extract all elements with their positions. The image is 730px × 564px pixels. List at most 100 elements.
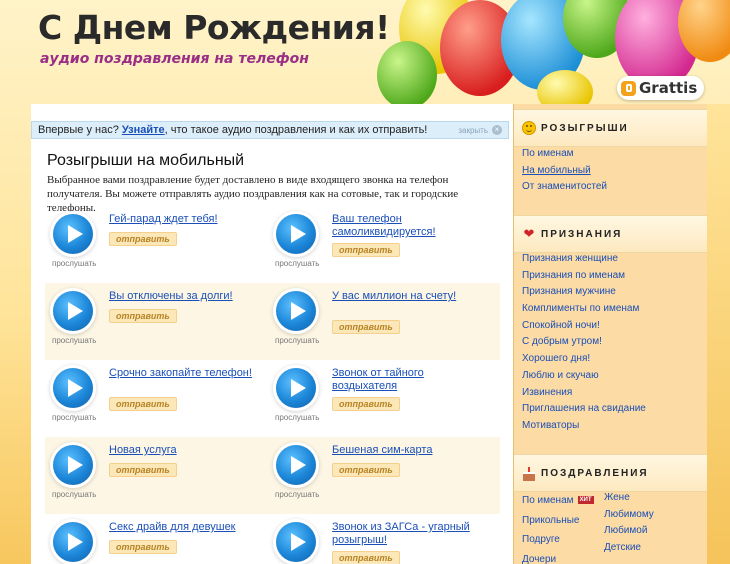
sidebar-item-greeting[interactable]: Прикольные: [522, 513, 579, 530]
greetings-right-column: Жене Любимому Любимой Детские: [604, 490, 654, 557]
greeting-row: прослушать Срочно закопайте телефон! отпра…: [45, 360, 500, 437]
play-icon[interactable]: [53, 214, 93, 254]
listen-label[interactable]: прослушать: [275, 413, 319, 422]
send-button[interactable]: отправить: [109, 309, 177, 323]
greeting-title-link[interactable]: Гей-парад ждет тебя!: [109, 213, 259, 226]
greeting-title-link[interactable]: У вас миллион на счету!: [332, 290, 482, 303]
greeting-title-link[interactable]: Срочно закопайте телефон!: [109, 367, 259, 380]
notice-close-button[interactable]: закрыть ×: [458, 125, 502, 135]
sidebar-item-greeting[interactable]: Подруге: [522, 532, 560, 549]
sidebar-title-confessions: ПРИЗНАНИЯ: [541, 228, 623, 240]
smile-icon: [522, 121, 536, 135]
listen-label[interactable]: прослушать: [52, 413, 96, 422]
send-button[interactable]: отправить: [332, 463, 400, 477]
greeting-row: прослушать Новая услуга отправить прослушат…: [45, 437, 500, 514]
greeting-row: прослушатьСекс драйв для девушекотправит…: [45, 514, 500, 564]
send-button[interactable]: отправить: [109, 463, 177, 477]
header: С Днем Рождения! аудио поздравления на т…: [0, 0, 730, 104]
notice-learn-link[interactable]: Узнайте: [122, 124, 165, 136]
send-button[interactable]: отправить: [332, 243, 400, 257]
greeting-item: прослушать Бешеная сим-карта отправить: [268, 437, 488, 514]
hit-badge: ХИТ: [577, 496, 594, 504]
sidebar: РОЗЫГРЫШИ По именам На мобильный От знам…: [513, 104, 707, 564]
sidebar-item-greeting[interactable]: По именам: [522, 493, 574, 510]
greeting-item: прослушатьСекс драйв для девушекотправит…: [45, 514, 265, 564]
main-content: Впервые у нас? Узнайте, что такое аудио …: [31, 104, 513, 564]
sidebar-item-celebrities[interactable]: От знаменитостей: [522, 179, 607, 196]
sidebar-item-confession[interactable]: Мотиваторы: [522, 418, 646, 435]
sidebar-item-mobile[interactable]: На мобильный: [522, 163, 607, 180]
listen-label[interactable]: прослушать: [52, 259, 96, 268]
send-button[interactable]: отправить: [332, 397, 400, 411]
sidebar-item-confession[interactable]: Признания женщине: [522, 251, 646, 268]
first-visit-notice: Впервые у нас? Узнайте, что такое аудио …: [31, 121, 509, 139]
play-icon[interactable]: [276, 522, 316, 562]
sidebar-item-confession[interactable]: Признания по именам: [522, 268, 646, 285]
listen-label[interactable]: прослушать: [275, 259, 319, 268]
send-button[interactable]: отправить: [332, 320, 400, 334]
play-icon[interactable]: [53, 445, 93, 485]
play-icon[interactable]: [276, 445, 316, 485]
sidebar-item-confession[interactable]: С добрым утром!: [522, 334, 646, 351]
sidebar-item-confession[interactable]: Спокойной ночи!: [522, 318, 646, 335]
greeting-title-link[interactable]: Секс драйв для девушек: [109, 521, 259, 534]
play-icon[interactable]: [276, 291, 316, 331]
sidebar-greeting-row: Дочери: [522, 549, 594, 564]
greeting-item: прослушатьЗвонок из ЗАГСа - угарный розы…: [268, 514, 488, 564]
sidebar-header-confessions: ❤ ПРИЗНАНИЯ: [514, 215, 707, 253]
greeting-row: прослушать Вы отключены за долги! отправит…: [45, 283, 500, 360]
logo-text: Grattis: [639, 79, 698, 97]
greetings-left-column: По именам ХИТ Прикольные Подруге Дочери: [522, 490, 594, 564]
greeting-title-link[interactable]: Новая услуга: [109, 444, 259, 457]
notice-prefix: Впервые у нас?: [38, 124, 122, 136]
page-title: Розыгрыши на мобильный: [47, 152, 245, 169]
sidebar-greeting-row: Подруге: [522, 529, 594, 549]
greeting-item: прослушать Вы отключены за долги! отправит…: [45, 283, 265, 360]
listen-label[interactable]: прослушать: [275, 490, 319, 499]
send-button[interactable]: отправить: [109, 397, 177, 411]
site-title: С Днем Рождения!: [38, 8, 390, 47]
greeting-item: прослушать Ваш телефон самоликвидируется!…: [268, 206, 488, 283]
sidebar-title-greetings: ПОЗДРАВЛЕНИЯ: [541, 467, 649, 479]
play-icon[interactable]: [276, 214, 316, 254]
sidebar-item-greeting[interactable]: Любимому: [604, 507, 654, 524]
sidebar-item-greeting[interactable]: Дочери: [522, 552, 556, 564]
heart-icon: ❤: [523, 226, 535, 241]
sidebar-header-pranks: РОЗЫГРЫШИ: [514, 109, 707, 147]
send-button[interactable]: отправить: [332, 551, 400, 564]
greeting-item: прослушать Срочно закопайте телефон! отпра…: [45, 360, 265, 437]
listen-label[interactable]: прослушать: [275, 336, 319, 345]
play-icon[interactable]: [276, 368, 316, 408]
greeting-item: прослушать Новая услуга отправить: [45, 437, 265, 514]
notice-suffix: , что такое аудио поздравления и как их …: [164, 124, 428, 136]
sidebar-item-confession[interactable]: Извинения: [522, 385, 646, 402]
greeting-title-link[interactable]: Ваш телефон самоликвидируется!: [332, 213, 482, 239]
sidebar-greeting-row: По именам ХИТ: [522, 490, 594, 510]
send-button[interactable]: отправить: [109, 232, 177, 246]
listen-label[interactable]: прослушать: [52, 336, 96, 345]
sidebar-item-confession[interactable]: Люблю и скучаю: [522, 368, 646, 385]
sidebar-item-greeting[interactable]: Любимой: [604, 523, 654, 540]
grattis-logo[interactable]: Grattis: [617, 76, 705, 100]
sidebar-item-confession[interactable]: Признания мужчине: [522, 284, 646, 301]
greeting-row: прослушать Гей-парад ждет тебя! отправить п…: [45, 206, 500, 283]
play-icon[interactable]: [53, 291, 93, 331]
play-icon[interactable]: [53, 522, 93, 562]
sidebar-item-confession[interactable]: Приглашения на свидание: [522, 401, 646, 418]
notice-close-label: закрыть: [458, 125, 488, 135]
sidebar-item-confession[interactable]: Хорошего дня!: [522, 351, 646, 368]
sidebar-item-greeting[interactable]: Жене: [604, 490, 654, 507]
listen-label[interactable]: прослушать: [52, 490, 96, 499]
send-button[interactable]: отправить: [109, 540, 177, 554]
sidebar-item-greeting[interactable]: Детские: [604, 540, 654, 557]
play-icon[interactable]: [53, 368, 93, 408]
greeting-title-link[interactable]: Вы отключены за долги!: [109, 290, 259, 303]
sidebar-item-by-names[interactable]: По именам: [522, 146, 607, 163]
greeting-title-link[interactable]: Звонок от тайного воздыхателя: [332, 367, 482, 393]
sidebar-item-confession[interactable]: Комплименты по именам: [522, 301, 646, 318]
greeting-title-link[interactable]: Бешеная сим-карта: [332, 444, 482, 457]
cake-icon: [522, 466, 536, 481]
greeting-title-link[interactable]: Звонок из ЗАГСа - угарный розыгрыш!: [332, 521, 482, 547]
sidebar-links-confessions: Признания женщине Признания по именам Приз…: [522, 251, 646, 435]
greetings-list: прослушать Гей-парад ждет тебя! отправить п…: [45, 206, 500, 564]
